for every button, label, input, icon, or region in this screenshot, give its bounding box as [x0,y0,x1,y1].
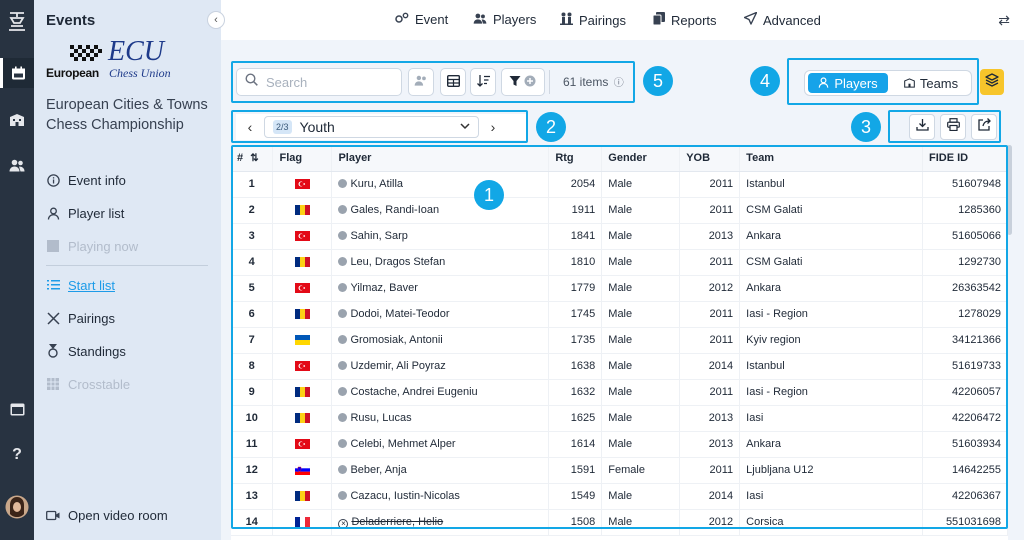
logo-european: European [46,66,99,80]
menu-advanced[interactable]: Advanced [743,11,821,28]
sidebar-item-pairings[interactable]: Pairings [46,308,115,328]
video-icon [46,508,60,522]
menu-label: Advanced [763,12,821,28]
top-menu: Event Players Pairings Reports Advanced … [221,0,1024,40]
calendar-icon[interactable] [0,58,34,88]
info-icon [46,173,60,187]
sidebar-item-label: Event info [68,172,126,188]
logo-union: Chess Union [109,66,171,80]
chevron-left-icon: ‹ [214,14,218,26]
sidebar-item-label: Standings [68,343,126,359]
menu-players[interactable]: Players [473,12,536,27]
list-icon [46,278,60,292]
sidebar-item-label: Start list [68,277,115,293]
checkered-flag-icon [70,45,102,61]
sidebar-item-label: Pairings [68,310,115,326]
callout-badge-3: 3 [851,112,881,142]
medal-icon [46,344,60,358]
help-icon[interactable]: ? [0,440,34,470]
swap-arrows-icon[interactable]: ⇄ [998,12,1010,29]
user-icon [46,206,60,220]
sidebar-item-standings[interactable]: Standings [46,341,126,361]
callout-badge-5: 5 [643,66,673,96]
menu-label: Pairings [579,12,626,28]
sidebar-item-start-list[interactable]: Start list [46,275,115,295]
callout-badge-2: 2 [536,112,566,142]
app-logo-icon[interactable] [0,6,34,36]
sidebar-item-label: Playing now [68,238,139,254]
sidebar-title: Events [46,12,96,29]
swords-icon [46,311,60,325]
avatar[interactable] [0,492,34,522]
sidebar-item-label: Player list [68,205,125,221]
layers-button[interactable] [980,69,1004,95]
sidebar-item-player-list[interactable]: Player list [46,203,124,223]
ecu-logo: ECU European Chess Union [46,36,186,81]
callout-box-5 [231,61,635,103]
tournament-name: European Cities & Towns Chess Championsh… [46,97,208,133]
callout-badge-4: 4 [750,66,780,96]
callout-box-1 [231,145,1008,529]
gears-icon [395,12,409,27]
callout-box-2 [231,110,528,143]
pairings-icon [560,12,573,28]
video-room-label: Open video room [68,507,168,523]
open-video-room-link[interactable]: Open video room [46,505,168,525]
menu-label: Reports [671,12,717,28]
users-icon [473,13,487,27]
menu-label: Event [415,12,449,27]
menu-event[interactable]: Event [395,12,448,27]
building-icon[interactable] [0,105,34,135]
menu-pairings[interactable]: Pairings [560,12,626,28]
copy-icon [652,12,665,28]
send-icon [743,11,758,28]
window-icon[interactable] [0,394,34,424]
sidebar-item-event-info[interactable]: Event info [46,170,126,190]
users-icon[interactable] [0,150,34,180]
board-icon [46,239,60,253]
layers-icon [985,72,999,92]
menu-reports[interactable]: Reports [652,12,717,28]
sidebar-divider [46,265,208,266]
icon-rail: ? [0,0,34,540]
sidebar-item-playing-now: Playing now [46,236,138,256]
sidebar: Events ECU European Chess Union European… [34,0,221,540]
callout-badge-1: 1 [474,180,504,210]
menu-label: Players [493,12,537,27]
collapse-sidebar-button[interactable]: ‹ [207,11,225,29]
grid-icon [46,377,60,391]
sidebar-item-crosstable: Crosstable [46,374,130,394]
callout-box-4 [787,58,979,105]
sidebar-item-label: Crosstable [68,376,131,392]
callout-box-3 [888,110,1001,143]
logo-ecu: ECU [108,36,164,67]
